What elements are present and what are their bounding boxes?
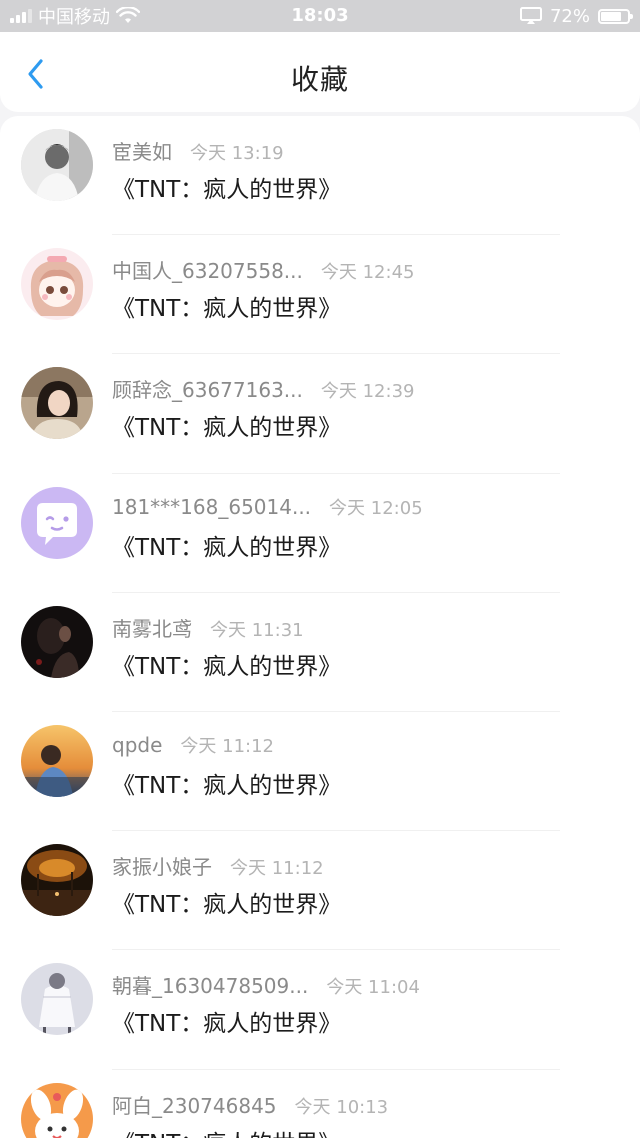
avatar[interactable] [21,367,93,440]
timestamp: 今天 12:45 [320,262,415,284]
screen-mirror-icon [519,7,542,24]
page-title: 收藏 [290,63,349,96]
item-meta: 181***168_65014... 今天 12:05 [112,494,423,520]
status-bar: 中国移动 18:03 72% [0,0,640,32]
item-meta: 朝暮_1630478509... 今天 11:04 [112,970,420,999]
timestamp: 今天 11:04 [326,977,420,999]
list-item[interactable]: qpde 今天 11:12 《TNT：疯人的世界》 [0,712,640,832]
list-item[interactable]: 中国人_63207558... 今天 12:45 《TNT：疯人的世界》 [0,235,640,355]
list-item[interactable]: 朝暮_1630478509... 今天 11:04 《TNT：疯人的世界》 [0,950,640,1070]
work-title: 《TNT：疯人的世界》 [112,534,342,561]
list-item[interactable]: 南雾北鸢 今天 11:31 《TNT：疯人的世界》 [0,593,640,712]
timestamp: 今天 12:05 [329,497,423,519]
user-name: 家振小娘子 [112,855,212,880]
battery-percent: 72% [549,5,590,27]
item-meta: 顾辞念_63677163... 今天 12:39 [112,374,414,403]
work-title: 《TNT：疯人的世界》 [112,1124,341,1138]
work-title: 《TNT：疯人的世界》 [112,653,342,680]
item-meta: 南雾北鸢 今天 11:31 [112,613,304,642]
timestamp: 今天 12:39 [320,381,415,403]
avatar[interactable] [21,844,93,917]
avatar[interactable] [21,129,93,201]
work-title: 《TNT：疯人的世界》 [112,772,342,799]
timestamp: 今天 11:12 [230,858,324,880]
battery-icon [598,8,633,24]
user-name: qpde [112,732,163,757]
list-item[interactable]: 181***168_65014... 今天 12:05 《TNT：疯人的世界》 [0,474,640,593]
work-title: 《TNT：疯人的世界》 [112,1011,342,1038]
avatar[interactable] [21,963,93,1036]
user-name: 朝暮_1630478509... [112,974,309,999]
work-title: 《TNT：疯人的世界》 [112,415,342,442]
user-name: 181***168_65014... [112,494,312,519]
avatar[interactable] [21,248,93,321]
list-item[interactable]: 家振小娘子 今天 11:12 《TNT：疯人的世界》 [0,831,640,951]
user-name: 中国人_63207558... [112,259,303,284]
avatar[interactable] [21,1082,93,1138]
work-title: 《TNT：疯人的世界》 [112,892,342,919]
item-meta: 家振小娘子 今天 11:12 [112,851,324,880]
favorites-list: 宦美如 今天 13:19 《TNT：疯人的世界》 中国人_63207558...… [0,116,640,1138]
user-name: 宦美如 [112,140,172,164]
item-meta: 阿白_230746845 今天 10:13 [112,1090,388,1119]
item-meta: 中国人_63207558... 今天 12:45 [112,255,414,284]
user-name: 南雾北鸢 [112,616,192,641]
timestamp: 今天 10:13 [294,1096,389,1118]
avatar[interactable] [21,605,93,678]
item-meta: qpde 今天 11:12 [112,732,274,758]
timestamp: 今天 11:31 [210,619,304,641]
avatar[interactable] [21,724,93,797]
work-title: 《TNT：疯人的世界》 [112,296,342,323]
list-item[interactable]: 顾辞念_63677163... 今天 12:39 《TNT：疯人的世界》 [0,354,640,474]
list-item[interactable]: 阿白_230746845 今天 10:13 《TNT：疯人的世界》 [0,1070,640,1138]
timestamp: 今天 13:19 [190,143,284,164]
list-item[interactable]: 宦美如 今天 13:19 《TNT：疯人的世界》 [0,116,640,236]
user-name: 顾辞念_63677163... [112,378,303,403]
item-meta: 宦美如 今天 13:19 [112,136,284,165]
nav-header: 收藏 [0,32,640,112]
work-title: 《TNT：疯人的世界》 [112,177,342,203]
status-right: 72% [519,0,633,32]
timestamp: 今天 11:12 [180,735,274,757]
user-name: 阿白_230746845 [112,1093,277,1118]
avatar[interactable] [21,486,93,559]
